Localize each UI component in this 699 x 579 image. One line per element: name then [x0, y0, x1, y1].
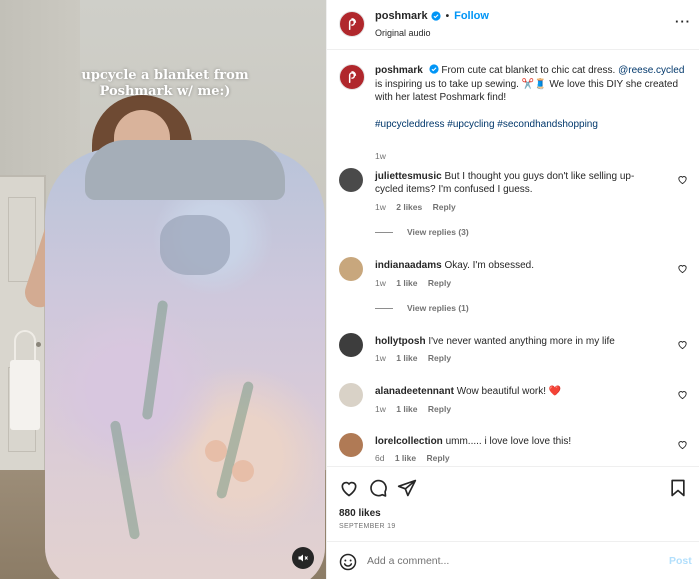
audio-label[interactable]: Original audio	[375, 28, 431, 38]
replies-divider	[375, 231, 393, 233]
username-link[interactable]: poshmark	[375, 65, 423, 76]
caption-body: is inspiring us to take up sewing. ✂️🧵 W…	[375, 78, 679, 104]
likes-count[interactable]: 880 likes	[339, 508, 381, 519]
comment-time[interactable]: 1w	[375, 202, 386, 212]
view-replies-label: View replies (1)	[407, 303, 469, 313]
avatar[interactable]	[339, 64, 365, 90]
add-comment-bar: Post	[327, 541, 699, 579]
view-replies-button[interactable]: View replies (1)	[375, 303, 469, 313]
heart-icon[interactable]	[677, 439, 688, 450]
comment-username[interactable]: alanadeetennant	[375, 386, 454, 397]
mute-button[interactable]	[292, 547, 314, 569]
paper-plane-icon[interactable]	[397, 478, 417, 498]
post-actions: 880 likes SEPTEMBER 19	[327, 466, 699, 540]
post-author: poshmark • Follow	[375, 10, 489, 22]
follow-button[interactable]: Follow	[454, 10, 489, 22]
comment-body: umm..... i love love love this!	[445, 436, 572, 447]
tote-bag	[10, 360, 40, 430]
emoji-smiley-icon[interactable]	[339, 553, 357, 571]
comment-text: indianaadams Okay. I'm obsessed.	[375, 259, 661, 272]
caption-body: From cute cat blanket to chic cat dress.	[441, 65, 616, 76]
heart-icon[interactable]	[339, 478, 359, 498]
video-caption-overlay: upcycle a blanket from Poshmark w/ me:)	[81, 68, 249, 99]
mention-link[interactable]: @reese.cycled	[618, 65, 684, 76]
blanket-cat-motif	[160, 215, 230, 275]
comment-input[interactable]	[367, 551, 657, 571]
comment-body: Okay. I'm obsessed.	[444, 260, 535, 271]
comment-time[interactable]: 1w	[375, 353, 386, 363]
heart-icon[interactable]	[677, 174, 688, 185]
avatar[interactable]	[339, 333, 363, 357]
heart-icon[interactable]	[677, 389, 688, 400]
username-link[interactable]: poshmark	[375, 10, 428, 22]
comment-username[interactable]: lorelcollection	[375, 436, 443, 447]
comment-time[interactable]: 6d	[375, 453, 384, 463]
heart-icon[interactable]	[677, 263, 688, 274]
comment-body: I've never wanted anything more in my li…	[428, 336, 615, 347]
hashtags-link[interactable]: #upcycleddress #upcycling #secondhandsho…	[375, 119, 598, 130]
post-date: SEPTEMBER 19	[339, 523, 396, 530]
post-video[interactable]: upcycle a blanket from Poshmark w/ me:)	[0, 0, 326, 579]
comment-likes[interactable]: 2 likes	[396, 202, 422, 212]
comment-meta: 1w 1 like Reply	[375, 353, 459, 363]
caption-text: poshmark From cute cat blanket to chic c…	[375, 64, 685, 132]
instagram-post-view: upcycle a blanket from Poshmark w/ me:) …	[0, 0, 699, 579]
background-door	[0, 175, 46, 475]
cat-blanket-dress	[45, 148, 325, 579]
comment-meta: 1w 1 like Reply	[375, 404, 459, 414]
comment-likes[interactable]: 1 like	[396, 353, 417, 363]
comments-section[interactable]: poshmark From cute cat blanket to chic c…	[327, 51, 699, 466]
comment-username[interactable]: hollytposh	[375, 336, 426, 347]
comment-meta: 1w 2 likes Reply	[375, 202, 464, 212]
speaker-muted-icon	[298, 554, 308, 562]
reply-button[interactable]: Reply	[428, 278, 451, 288]
comment-time[interactable]: 1w	[375, 278, 386, 288]
comment-text: juliettesmusic But I thought you guys do…	[375, 170, 661, 196]
avatar[interactable]	[339, 168, 363, 192]
blanket-flower-motif	[232, 460, 254, 482]
separator-dot: •	[445, 10, 450, 22]
comment-meta: 1w 1 like Reply	[375, 278, 459, 288]
reply-button[interactable]: Reply	[427, 453, 450, 463]
avatar[interactable]	[339, 11, 365, 37]
avatar[interactable]	[339, 433, 363, 457]
comment-username[interactable]: juliettesmusic	[375, 171, 442, 182]
comment-bubble-icon[interactable]	[368, 478, 388, 498]
replies-divider	[375, 307, 393, 309]
post-header: poshmark • Follow Original audio ···	[327, 0, 699, 50]
poshmark-logo-icon	[348, 18, 357, 31]
comment-text: lorelcollection umm..... i love love lov…	[375, 435, 661, 448]
comment-username[interactable]: indianaadams	[375, 260, 442, 271]
verified-badge-icon	[428, 64, 439, 74]
avatar[interactable]	[339, 383, 363, 407]
comment-likes[interactable]: 1 like	[395, 453, 416, 463]
comment-body: Wow beautiful work! ❤️	[456, 386, 562, 397]
more-horizontal-icon: ···	[675, 14, 691, 29]
heart-icon[interactable]	[677, 339, 688, 350]
comment-time[interactable]: 1w	[375, 404, 386, 414]
comment-text: alanadeetennant Wow beautiful work! ❤️	[375, 385, 661, 398]
poshmark-logo-icon	[348, 71, 357, 84]
view-replies-label: View replies (3)	[407, 227, 469, 237]
view-replies-button[interactable]: View replies (3)	[375, 227, 469, 237]
door-knob	[36, 342, 41, 347]
verified-badge-icon	[430, 11, 441, 21]
reply-button[interactable]: Reply	[433, 202, 456, 212]
avatar[interactable]	[339, 257, 363, 281]
blanket-neckline	[85, 140, 285, 200]
blanket-flower-motif	[205, 440, 227, 462]
comment-likes[interactable]: 1 like	[396, 404, 417, 414]
post-side-panel: poshmark • Follow Original audio ··· pos…	[326, 0, 699, 579]
comment-likes[interactable]: 1 like	[396, 278, 417, 288]
comment-meta: 6d 1 like Reply	[375, 453, 458, 463]
reply-button[interactable]: Reply	[428, 353, 451, 363]
reply-button[interactable]: Reply	[428, 404, 451, 414]
bookmark-icon[interactable]	[668, 478, 688, 498]
post-comment-button[interactable]: Post	[669, 555, 692, 567]
more-options-button[interactable]: ···	[675, 14, 691, 29]
comment-text: hollytposh I've never wanted anything mo…	[375, 335, 661, 348]
caption-timestamp[interactable]: 1w	[375, 151, 386, 161]
